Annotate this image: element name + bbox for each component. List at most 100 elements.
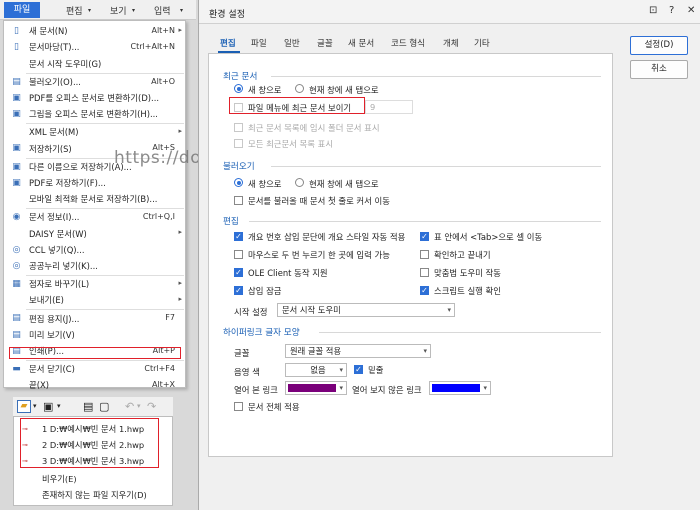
section-recent: 최근 문서 [223,72,258,82]
file-menu-item[interactable]: ▤ 편집 용지(J)... F7 [4,310,185,327]
submenu-arrow-icon: ▸ [178,228,182,237]
edit-menu[interactable]: 편집 [66,4,83,17]
recent-new-window-radio[interactable] [234,84,243,93]
layout-icon[interactable]: ⊡ [649,5,657,16]
divider [249,221,601,222]
underline-checkbox[interactable]: ✓ [354,365,363,374]
recent-new-tab-radio[interactable] [295,84,304,93]
tab-general[interactable]: 일반 [284,37,300,49]
menu-item-icon: ▣ [12,143,21,154]
file-menu-item[interactable]: ▦ 점자로 바꾸기(L) ▸ [4,276,185,293]
file-menu-item[interactable]: ▣ PDF로 저장하기(F)... [4,175,185,192]
divider [319,332,601,333]
file-menu-item[interactable]: ◎ CCL 넣기(Q)... [4,242,185,259]
file-menu-tab[interactable]: 파일 [4,2,40,18]
file-menu-dropdown: ▯ 새 문서(N) Alt+N ▸ ▯ 문서마당(T)... Ctrl+Alt+N 문서 시작… [3,20,186,390]
file-menu-item[interactable]: ◉ 문서 정보(I)... Ctrl+Q,I [4,209,185,226]
tab-cell-move-checkbox[interactable]: ✓ [420,232,429,241]
file-menu-item[interactable]: XML 문서(M) ▸ [4,124,185,141]
unvisited-color-select[interactable]: ▾ [429,381,491,395]
file-menu-item[interactable]: ▣ PDF를 오피스 문서로 변환하기(D)... [4,90,185,107]
chevron-down-icon[interactable]: ▾ [137,402,141,410]
file-menu-item[interactable]: 모바일 최적화 문서로 저장하기(B)... [4,191,185,208]
menu-item-icon: ▯ [14,26,19,36]
file-menu-item[interactable]: DAISY 문서(W) ▸ [4,225,185,242]
view-menu[interactable]: 보기 [110,4,127,17]
cancel-button[interactable]: 취소 [630,60,688,79]
submenu-arrow-icon: ▸ [178,295,182,304]
tab-etc[interactable]: 기타 [474,37,490,49]
menu-item-icon: ▬ [12,364,21,374]
start-setting-value: 문서 시작 도우미 [282,305,341,315]
tab-edit[interactable]: 편집 [220,37,236,49]
redo-icon[interactable]: ↷ [147,400,156,413]
menu-item-icon: ▤ [12,313,21,324]
first-line-cursor-checkbox[interactable] [234,196,243,205]
script-confirm-checkbox[interactable]: ✓ [420,286,429,295]
chevron-down-icon: ▾ [447,306,451,314]
underline-label: 밑줄 [368,365,384,375]
folder-open-icon[interactable]: ▰ [17,400,31,413]
insert-lock-checkbox[interactable]: ✓ [234,286,243,295]
section-open: 불러오기 [223,162,255,172]
tab-object[interactable]: 개체 [443,37,459,49]
open-new-tab-radio[interactable] [295,178,304,187]
tab-code-format[interactable]: 코드 형식 [391,37,425,49]
close-icon[interactable]: ✕ [687,5,695,16]
visited-color-select[interactable]: ▾ [285,381,347,395]
apply-whole-doc-label: 문서 전체 적용 [248,402,300,412]
dialog-title: 환경 설정 [209,10,245,20]
recent-count-stepper[interactable]: 9 [365,100,413,114]
menu-item-shortcut: Ctrl+Q,I [142,212,175,222]
chevron-down-icon[interactable]: ▾ [33,402,37,410]
double-click-input-checkbox[interactable] [234,250,243,259]
clear-recent-item[interactable]: 비우기(E) [14,471,172,487]
print-icon[interactable]: ▤ [83,400,93,413]
start-setting-select[interactable]: 문서 시작 도우미 ▾ [277,303,455,317]
file-menu-item[interactable]: ▤ 미리 보기(V) [4,327,185,344]
open-new-window-radio[interactable] [234,178,243,187]
script-confirm-label: 스크립트 실행 확인 [434,286,501,296]
menu-item-icon: ▤ [12,76,21,87]
file-menu-item[interactable]: ▯ 새 문서(N) Alt+N ▸ [4,23,185,40]
remove-missing-item[interactable]: 존재하지 않는 파일 지우기(D) [14,487,172,503]
dialog-title-bar: 환경 설정 ⊡ ? ✕ [199,0,700,24]
file-menu-item[interactable]: ◎ 공공누리 넣기(K)... [4,258,185,275]
save-icon[interactable]: ▣ [43,400,53,413]
link-font-value: 원래 글꼴 적용 [290,346,342,356]
file-menu-item[interactable]: ▤ 불러오기(O)... Alt+O [4,74,185,91]
ole-client-checkbox[interactable]: ✓ [234,268,243,277]
undo-icon[interactable]: ↶ [125,400,134,413]
ok-button[interactable]: 설정(D) [630,36,688,55]
help-icon[interactable]: ? [669,5,674,16]
input-menu[interactable]: 입력 [154,4,171,17]
menu-item-icon [11,380,22,391]
file-menu-item[interactable]: ▬ 문서 닫기(C) Ctrl+F4 [4,361,185,378]
file-menu-item[interactable]: 보내기(E) ▸ [4,292,185,309]
temp-folder-checkbox[interactable] [234,123,243,132]
file-menu-item[interactable]: 문서 시작 도우미(G) [4,55,185,72]
menu-item-icon [11,194,22,205]
spell-helper-checkbox[interactable] [420,268,429,277]
chevron-down-icon[interactable]: ▾ [57,402,61,410]
outline-style-checkbox[interactable]: ✓ [234,232,243,241]
link-font-select[interactable]: 원래 글꼴 적용 ▾ [285,344,431,358]
tab-cell-move-label: 표 안에서 <Tab>으로 셀 이동 [434,232,543,242]
tab-new-document[interactable]: 새 문서 [348,37,374,49]
menu-item-label: 공공누리 넣기(K)... [29,261,98,272]
tab-file[interactable]: 파일 [251,37,267,49]
tab-font[interactable]: 글꼴 [317,37,333,49]
start-setting-label: 시작 설정 [234,307,268,317]
chevron-down-icon: ▾ [132,7,136,14]
file-menu-item[interactable]: ▯ 문서마당(T)... Ctrl+Alt+N [4,39,185,56]
confirm-exit-checkbox[interactable] [420,250,429,259]
file-menu-item[interactable]: ▣ 그림을 오피스 문서로 변환하기(H)... [4,106,185,123]
shade-color-select[interactable]: 없음 ▾ [285,363,347,377]
chevron-down-icon: ▾ [339,366,343,374]
preview-icon[interactable]: ▢ [99,400,109,413]
all-recent-checkbox[interactable] [234,139,243,148]
menu-item-shortcut: Alt+O [151,76,175,86]
apply-whole-doc-checkbox[interactable] [234,402,243,411]
menu-item-icon: ▣ [12,161,21,172]
file-menu-item[interactable]: 끝(X) Alt+X [4,377,185,394]
